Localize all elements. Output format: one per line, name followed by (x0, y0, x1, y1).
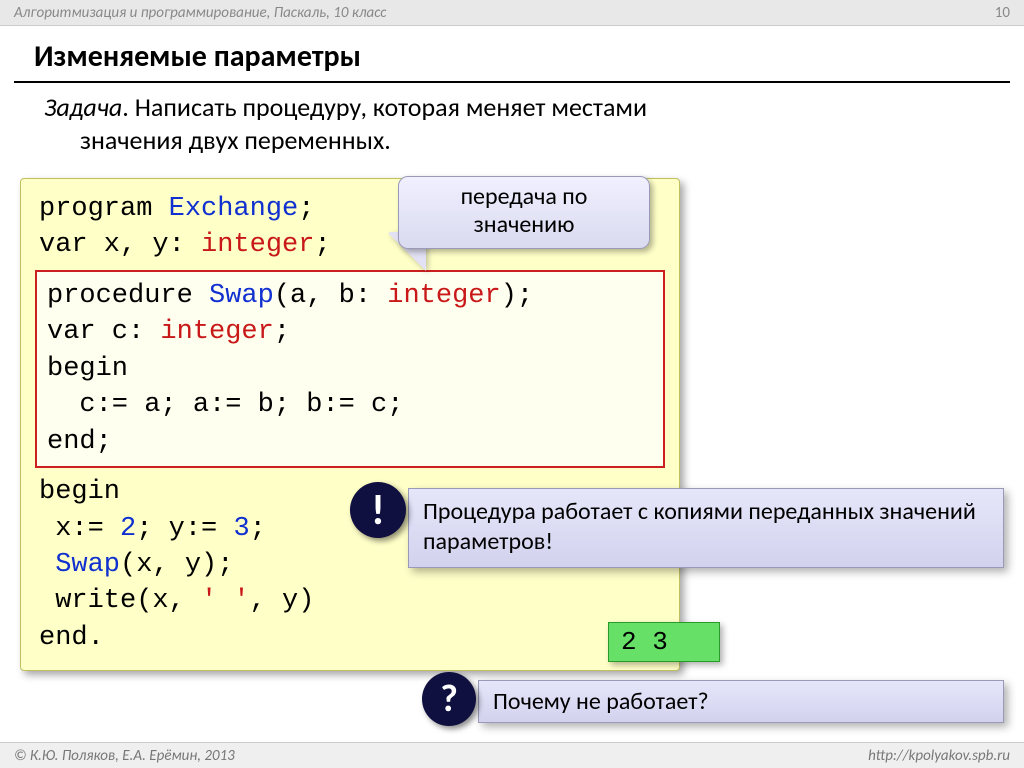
footer-left: © К.Ю. Поляков, Е.А. Ерёмин, 2013 (14, 747, 235, 765)
procedure-box: procedure Swap(a, b: integer); var c: in… (35, 270, 665, 468)
course-label: Алгоритмизация и программирование, Паска… (14, 4, 387, 22)
slide-footer: © К.Ю. Поляков, Е.А. Ерёмин, 2013 http:/… (0, 742, 1024, 768)
slide-title: Изменяемые параметры (0, 26, 1024, 81)
footer-right: http://kpolyakov.spb.ru (868, 747, 1010, 765)
exclaim-icon: ! (350, 482, 406, 538)
code-block: program Exchange; var x, y: integer; pro… (20, 178, 680, 671)
slide-header: Алгоритмизация и программирование, Паска… (0, 0, 1024, 26)
callout-bubble: передача по значению (398, 176, 650, 249)
task-text: Задача. Написать процедуру, которая меня… (0, 89, 1024, 156)
question-box: Почему не работает? (478, 680, 1004, 723)
task-label: Задача (44, 91, 122, 123)
title-rule (14, 81, 1010, 83)
question-icon: ? (422, 672, 476, 726)
page-number: 10 (995, 4, 1010, 22)
info-box: Процедура работает с копиями переданных … (408, 488, 1004, 568)
output-box: 2 3 (608, 622, 720, 662)
